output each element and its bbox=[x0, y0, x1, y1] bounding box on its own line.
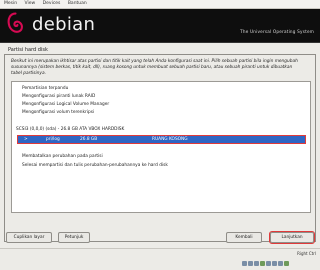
debian-banner: debian The Universal Operating System bbox=[0, 9, 320, 43]
help-button[interactable]: Petunjuk bbox=[58, 232, 90, 243]
menu-devices[interactable]: Devices bbox=[43, 1, 61, 6]
list-item-undo[interactable]: Membatalkan perubahan pada partisi bbox=[22, 154, 103, 159]
continue-button[interactable]: Lanjutkan bbox=[269, 231, 315, 244]
selection-arrow: > bbox=[24, 137, 28, 142]
usb-icon[interactable] bbox=[266, 261, 271, 266]
list-item-encrypted[interactable]: Mengonfigurasi volum terenkripsi bbox=[22, 110, 94, 115]
recording-icon[interactable] bbox=[284, 261, 289, 266]
list-item-guided[interactable]: Pemartisian terpandu bbox=[22, 86, 68, 91]
partition-panel: Berikut ini merupakan ikhtisar atas part… bbox=[4, 54, 316, 242]
display-icon[interactable] bbox=[278, 261, 283, 266]
back-button[interactable]: Kembali bbox=[226, 232, 262, 243]
debian-wordmark: debian bbox=[32, 14, 96, 35]
list-item-finish[interactable]: Selesai mempartisi dan tulis perubahan-p… bbox=[22, 163, 168, 168]
list-item-free-space[interactable]: > pri/log 26.8 GB RUANG KOSONG bbox=[17, 135, 306, 144]
audio-icon[interactable] bbox=[254, 261, 259, 266]
status-icons bbox=[242, 251, 294, 266]
partition-list[interactable]: Pemartisian terpandu Mengonfigurasi pira… bbox=[11, 81, 311, 213]
host-key-label: Right Ctrl bbox=[297, 251, 316, 256]
partition-size: 26.8 GB bbox=[80, 137, 98, 142]
network-icon[interactable] bbox=[260, 261, 265, 266]
shared-folder-icon[interactable] bbox=[272, 261, 277, 266]
status-bar: Right Ctrl bbox=[0, 248, 320, 266]
list-item-raid[interactable]: Mengonfigurasi piranti lunak RAID bbox=[22, 94, 95, 99]
hdd-icon[interactable] bbox=[242, 261, 247, 266]
menu-bar: Mesin View Devices Bantuan bbox=[0, 0, 320, 9]
list-item-lvm[interactable]: Mengonfigurasi Logical Volume Manager bbox=[22, 102, 109, 107]
button-bar: Cuplikan layar Petunjuk Kembali Lanjutka… bbox=[0, 231, 320, 247]
partition-label: RUANG KOSONG bbox=[152, 137, 188, 142]
list-item-disk[interactable]: SCSI3 (0,0,0) (sda) - 26.8 GB ATA VBOX H… bbox=[16, 127, 124, 132]
page-title: Partisi hard disk bbox=[8, 47, 48, 53]
partition-type: pri/log bbox=[46, 137, 60, 142]
info-text: Berikut ini merupakan ikhtisar atas part… bbox=[11, 59, 298, 76]
optical-drive-icon[interactable] bbox=[248, 261, 253, 266]
screenshot-button[interactable]: Cuplikan layar bbox=[6, 232, 52, 243]
debian-swirl-logo bbox=[7, 12, 23, 33]
banner-tagline: The Universal Operating System bbox=[240, 29, 314, 34]
menu-bantuan[interactable]: Bantuan bbox=[68, 1, 87, 6]
menu-view[interactable]: View bbox=[25, 1, 36, 6]
menu-mesin[interactable]: Mesin bbox=[4, 1, 17, 6]
